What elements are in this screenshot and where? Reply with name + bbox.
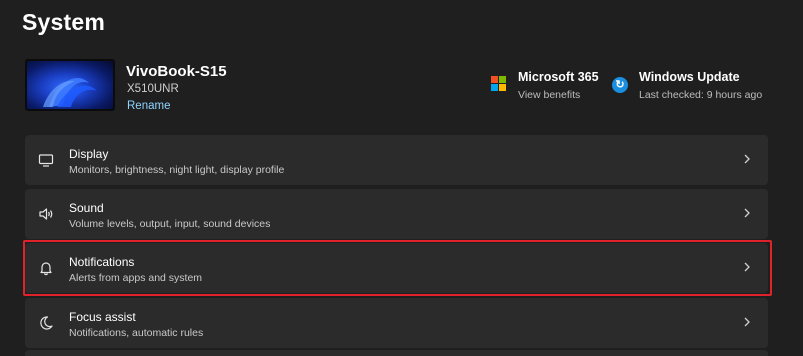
settings-row-title: Notifications (69, 255, 135, 269)
chevron-right-icon (744, 208, 750, 218)
chevron-right-icon (744, 154, 750, 164)
chevron-right-icon (744, 262, 750, 272)
ms-logo-blue-square (491, 84, 498, 91)
settings-row-subtitle: Volume levels, output, input, sound devi… (69, 218, 271, 230)
settings-row-notifications[interactable]: Notifications Alerts from apps and syste… (25, 243, 768, 293)
microsoft-365-subtitle: View benefits (518, 89, 581, 101)
speaker-icon (39, 208, 53, 220)
settings-row-title: Focus assist (69, 310, 136, 324)
windows-update-icon[interactable]: ↻ (612, 77, 628, 93)
microsoft-logo-icon[interactable] (491, 76, 506, 91)
windows-update-status: Last checked: 9 hours ago (639, 89, 763, 101)
moon-icon (40, 316, 53, 330)
monitor-icon (38, 154, 54, 167)
chevron-right-icon (744, 317, 750, 327)
ms-logo-green-square (499, 76, 506, 83)
microsoft-365-title[interactable]: Microsoft 365 (518, 70, 599, 84)
device-name: VivoBook-S15 (126, 63, 227, 80)
settings-row-focus-assist[interactable]: Focus assist Notifications, automatic ru… (25, 298, 768, 348)
settings-row-title: Sound (69, 201, 104, 215)
settings-page: System VivoBook-S15 X510UNR Rename Micro… (0, 0, 803, 356)
page-title: System (22, 9, 106, 35)
settings-row-subtitle: Notifications, automatic rules (69, 327, 204, 339)
bell-icon (40, 262, 52, 276)
settings-row-title: Display (69, 147, 109, 161)
device-wallpaper-thumbnail (25, 59, 115, 111)
settings-row-subtitle: Alerts from apps and system (69, 272, 203, 284)
settings-row-display[interactable]: Display Monitors, brightness, night ligh… (25, 135, 768, 185)
windows-update-title[interactable]: Windows Update (639, 70, 740, 84)
settings-row-partial[interactable] (25, 350, 768, 356)
settings-row-sound[interactable]: Sound Volume levels, output, input, soun… (25, 189, 768, 239)
ms-logo-yellow-square (499, 84, 506, 91)
rename-link[interactable]: Rename (127, 100, 170, 112)
settings-row-subtitle: Monitors, brightness, night light, displ… (69, 164, 285, 176)
device-model: X510UNR (127, 83, 179, 95)
ms-logo-red-square (491, 76, 498, 83)
